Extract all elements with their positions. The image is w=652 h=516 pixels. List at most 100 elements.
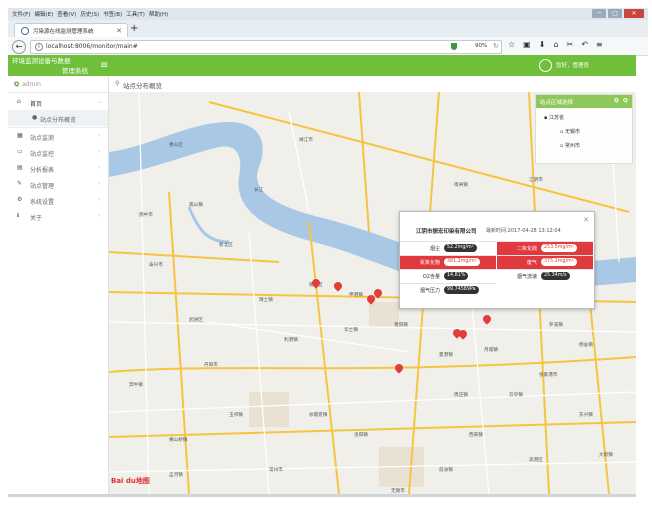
search-icon: Q bbox=[14, 81, 20, 88]
reading-o2: O2含量 14.81% bbox=[400, 269, 496, 283]
toolbar-icons: ☆ ▣ ⬇ ⌂ ✂ ↶ ≡ bbox=[508, 40, 603, 49]
menu-bookmarks[interactable]: 书签(B) bbox=[103, 10, 122, 18]
sidebar-item-about[interactable]: ℹ 关于 › bbox=[8, 208, 108, 224]
map-label: 长江 bbox=[254, 188, 264, 193]
map-view[interactable]: 惠山区 南闸镇 江阴市 靖江市 扬中市 泰兴市 新北区 锡山区 璜土镇 华士镇 … bbox=[109, 92, 636, 494]
map-label: 靖江市 bbox=[299, 138, 313, 143]
shield-icon[interactable] bbox=[451, 43, 457, 50]
update-time: 最新时间:2017-04-28 13:12:04 bbox=[486, 228, 561, 234]
map-label: 丹阳市 bbox=[204, 363, 218, 368]
app-title: 环境监测设备与数据 bbox=[12, 57, 71, 65]
zoom-level[interactable]: 90% bbox=[475, 43, 487, 49]
reading-value: 14.81% bbox=[444, 272, 469, 280]
map-provider-label: Bai du地图 bbox=[111, 477, 150, 485]
sidebar-item-label: 首页 bbox=[30, 101, 43, 108]
sidebar-item-site-surveillance[interactable]: ▭ 站点监控 › bbox=[8, 144, 108, 160]
menu-view[interactable]: 查看(V) bbox=[57, 10, 76, 18]
menu-tools[interactable]: 工具(T) bbox=[126, 10, 145, 18]
app-header: 环境监测设备与数据 管理系统 ≡ 您好，管理员 bbox=[8, 55, 636, 76]
sidebar-item-reports[interactable]: ▤ 分析报表 › bbox=[8, 160, 108, 176]
menu-help[interactable]: 帮助(H) bbox=[149, 10, 168, 18]
sidebar-item-label: 站点管理 bbox=[30, 183, 55, 190]
map-label: 南闸镇 bbox=[454, 183, 468, 188]
tree-node-city[interactable]: ▫ 无锡市 bbox=[560, 128, 580, 135]
reading-value: 99.74589Pa bbox=[444, 286, 479, 294]
map-provider-logo: Bai du地图 bbox=[111, 476, 150, 486]
chevron-right-icon: › bbox=[98, 148, 101, 155]
tree-node-province[interactable]: ▪ 江苏省 bbox=[544, 114, 564, 121]
map-label: 高港区 bbox=[529, 458, 543, 463]
map-label: 张家港市 bbox=[539, 373, 558, 378]
map-label: 常州市 bbox=[269, 468, 283, 473]
hamburger-menu-icon[interactable]: ≡ bbox=[596, 40, 603, 49]
map-label: 青阳镇 bbox=[394, 323, 408, 328]
map-label: 云亭镇 bbox=[509, 393, 523, 398]
favicon-icon bbox=[21, 27, 29, 35]
reading-pressure: 烟气压力 99.74589Pa bbox=[400, 283, 496, 297]
region-tree-panel: 站点区域选择 Q Q ▪ 江苏省 ▫ 无锡市 ▫ 常州市 bbox=[535, 94, 633, 164]
reading-label: 氮氧化物 bbox=[419, 260, 440, 266]
company-name: 江阴市振宏印染有限公司 bbox=[416, 229, 477, 235]
map-label: 横山桥镇 bbox=[169, 438, 188, 443]
back-button[interactable]: ← bbox=[12, 40, 26, 54]
close-icon[interactable]: ✕ bbox=[583, 216, 589, 224]
search-input[interactable]: admin bbox=[22, 81, 41, 88]
close-tab-icon[interactable]: ✕ bbox=[116, 27, 122, 35]
search-icon[interactable]: Q bbox=[623, 98, 628, 104]
map-label: 江阴市 bbox=[529, 178, 543, 183]
home-icon: ⌂ bbox=[17, 98, 21, 105]
monitor-icon: ▭ bbox=[17, 148, 23, 155]
menu-history[interactable]: 历史(S) bbox=[80, 10, 99, 18]
reading-nox: 氮氧化物 381.2mg/m³ bbox=[400, 255, 496, 269]
browser-statusbar bbox=[8, 494, 636, 497]
map-label: 罗溪镇 bbox=[549, 323, 563, 328]
tree-node-label: 无锡市 bbox=[564, 129, 580, 135]
sidebar-search[interactable]: Qadmin bbox=[14, 81, 41, 88]
browser-navbar: ← i localhost:8006/monitor/main# 90% ↻ ☆… bbox=[8, 37, 648, 56]
sidebar-item-label: 站点监控 bbox=[30, 151, 55, 158]
avatar[interactable] bbox=[539, 59, 552, 72]
sidebar-toggle-icon[interactable]: ≡ bbox=[100, 60, 108, 71]
map-label: 西来镇 bbox=[469, 433, 483, 438]
close-window-button[interactable]: ✕ bbox=[624, 9, 644, 18]
sidebar-item-settings[interactable]: ⚙ 系统设置 › bbox=[8, 192, 108, 208]
map-label: 扬中市 bbox=[139, 213, 153, 218]
menu-file[interactable]: 文件(F) bbox=[12, 10, 30, 18]
sidebar-item-site-overview[interactable]: ● 站点分布概览 bbox=[8, 110, 108, 126]
app-title-line2: 管理系统 bbox=[62, 67, 88, 75]
maximize-button[interactable]: □ bbox=[608, 9, 622, 18]
map-label: 杨舍镇 bbox=[579, 343, 593, 348]
minimize-button[interactable]: ─ bbox=[592, 9, 606, 18]
screenshot-icon[interactable]: ✂ bbox=[567, 40, 574, 49]
chevron-down-icon: ⌄ bbox=[98, 98, 104, 105]
map-label: 奔牛镇 bbox=[129, 383, 143, 388]
chevron-right-icon: › bbox=[98, 132, 101, 139]
tree-node-city[interactable]: ▫ 常州市 bbox=[560, 142, 580, 149]
search-icon[interactable]: Q bbox=[614, 98, 619, 104]
map-label: 利港镇 bbox=[284, 338, 298, 343]
bookmark-star-icon[interactable]: ☆ bbox=[508, 40, 515, 49]
tree-node-label: 常州市 bbox=[564, 143, 580, 149]
region-tree-title: 站点区域选择 bbox=[540, 100, 574, 106]
menu-edit[interactable]: 编辑(E) bbox=[34, 10, 53, 18]
sidebar-item-site-management[interactable]: ✎ 站点管理 › bbox=[8, 176, 108, 192]
download-icon[interactable]: ⬇ bbox=[539, 40, 546, 49]
reading-list-icon[interactable]: ▣ bbox=[523, 40, 531, 49]
sidebar-item-site-monitoring[interactable]: ▦ 站点监测 › bbox=[8, 128, 108, 144]
user-greeting[interactable]: 您好，管理员 bbox=[556, 61, 589, 69]
address-bar[interactable]: i localhost:8006/monitor/main# 90% ↻ bbox=[30, 40, 502, 54]
info-icon[interactable]: i bbox=[35, 43, 43, 51]
reading-label: O2含量 bbox=[422, 274, 440, 280]
browser-tab[interactable]: 污染源在线监测管理系统 ✕ bbox=[14, 23, 128, 38]
reload-icon[interactable]: ↻ bbox=[493, 42, 499, 50]
new-tab-button[interactable]: + bbox=[130, 23, 138, 34]
browser-menubar: 文件(F) 编辑(E) 查看(V) 历史(S) 书签(B) 工具(T) 帮助(H… bbox=[8, 8, 648, 20]
url-text: localhost:8006/monitor/main# bbox=[46, 43, 138, 50]
reading-flow-speed: 烟气流速 25.34m/s bbox=[497, 269, 593, 283]
reading-label: 废气 bbox=[526, 260, 537, 266]
sidebar: Qadmin ⌂ 首页 ⌄ ● 站点分布概览 ▦ 站点监测 › ▭ 站点监控 ›… bbox=[8, 76, 109, 494]
map-label: 孟河镇 bbox=[169, 473, 183, 478]
undo-icon[interactable]: ↶ bbox=[581, 40, 588, 49]
sidebar-item-home[interactable]: ⌂ 首页 ⌄ bbox=[8, 94, 108, 110]
home-browser-icon[interactable]: ⌂ bbox=[553, 40, 558, 49]
